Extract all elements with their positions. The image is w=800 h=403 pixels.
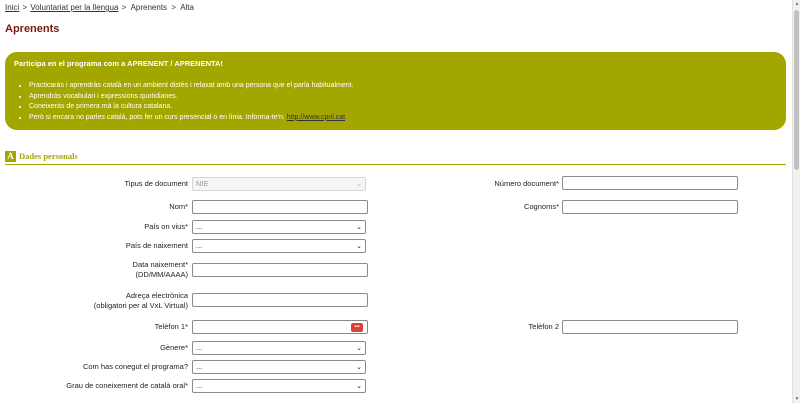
chevron-down-icon: ⌄ [356,383,362,390]
callout-bullet: Coneixeràs de primera mà la cultura cata… [29,102,777,113]
label-data-naixement-line1: Data naixement* [132,260,188,269]
callout-bullet: Aprendràs vocabulari i expressions quoti… [29,92,777,103]
cpnl-link[interactable]: http://www.cpnl.cat [287,114,345,121]
telefon1-input[interactable]: ••• [192,320,368,334]
genere-select[interactable]: ... ⌄ [192,341,366,355]
pais-naixement-value: ... [196,241,203,250]
label-telefon1: Telèfon 1* [154,322,188,331]
callout-title: Participa en el programa com a APRENENT … [14,59,223,68]
breadcrumb-separator: > [171,3,176,12]
scroll-down-icon[interactable]: ▼ [794,396,800,402]
label-pais-naixement: País de naixement [125,241,188,250]
chevron-down-icon: ⌄ [356,181,362,188]
breadcrumb-inici[interactable]: Inici [5,3,19,12]
callout-bullet: Practicaràs i aprendràs català en un amb… [29,81,777,92]
label-email: Adreça electrònica (obligatori per al Vx… [40,291,188,311]
callout-bullet-text: Però si encara no parles català, pots fe… [29,113,287,121]
page-title: Aprenents [5,23,60,35]
scrollbar-thumb[interactable] [794,10,799,170]
password-manager-icon[interactable]: ••• [351,323,363,332]
section-title: Dades personals [19,151,78,161]
vertical-scrollbar[interactable]: ▲ ▼ [792,0,800,403]
breadcrumb-alta: Alta [180,3,194,12]
label-email-line2: (obligatori per al VxL Virtual) [93,301,188,310]
scroll-up-icon[interactable]: ▲ [794,1,800,7]
section-header: A Dades personals [5,150,786,165]
pais-on-vius-select[interactable]: ... ⌄ [192,220,366,234]
page: Inici > Voluntariat per la llengua > Apr… [0,0,792,403]
com-has-conegut-select[interactable]: ... ⌄ [192,360,366,374]
label-cognoms: Cognoms* [523,202,559,211]
label-data-naixement: Data naixement* (DD/MM/AAAA) [60,260,188,280]
label-numero-document: Número document* [494,179,559,188]
label-nom: Nom* [169,202,188,211]
telefon2-input[interactable] [562,320,738,334]
breadcrumb-separator: > [22,3,28,12]
genere-value: ... [196,343,203,352]
label-telefon2: Telèfon 2 [528,322,559,331]
pais-on-vius-value: ... [196,222,203,231]
chevron-down-icon: ⌄ [356,364,362,371]
tipus-document-value: NIE [196,179,209,188]
label-tipus-document: Tipus de document [124,179,188,188]
label-data-naixement-line2: (DD/MM/AAAA) [135,270,189,279]
label-com-has-conegut: Com has conegut el programa? [82,362,188,371]
callout-list: Practicaràs i aprendràs català en un amb… [29,81,777,123]
breadcrumb-separator: > [121,3,127,12]
label-email-line1: Adreça electrònica [125,291,188,300]
tipus-document-select: NIE ⌄ [192,177,366,191]
breadcrumb: Inici > Voluntariat per la llengua > Apr… [5,3,195,12]
grau-catala-oral-select[interactable]: ... ⌄ [192,379,366,393]
pais-naixement-select[interactable]: ... ⌄ [192,239,366,253]
nom-input[interactable] [192,200,368,214]
chevron-down-icon: ⌄ [356,345,362,352]
com-has-conegut-value: ... [196,362,203,371]
chevron-down-icon: ⌄ [356,243,362,250]
breadcrumb-voluntariat[interactable]: Voluntariat per la llengua [30,3,118,12]
chevron-down-icon: ⌄ [356,224,362,231]
section-letter: A [5,151,16,162]
grau-catala-oral-value: ... [196,381,203,390]
label-pais-on-vius: País on vius* [144,222,188,231]
email-input[interactable] [192,293,368,307]
callout-bullet: Però si encara no parles català, pots fe… [29,113,777,124]
info-callout: Participa en el programa com a APRENENT … [5,52,786,130]
data-naixement-input[interactable] [192,263,368,277]
breadcrumb-aprenents: Aprenents [130,3,168,12]
label-genere: Gènere* [160,343,188,352]
numero-document-input[interactable] [562,176,738,190]
label-grau-catala-oral: Grau de coneixement de català oral* [66,381,188,390]
cognoms-input[interactable] [562,200,738,214]
